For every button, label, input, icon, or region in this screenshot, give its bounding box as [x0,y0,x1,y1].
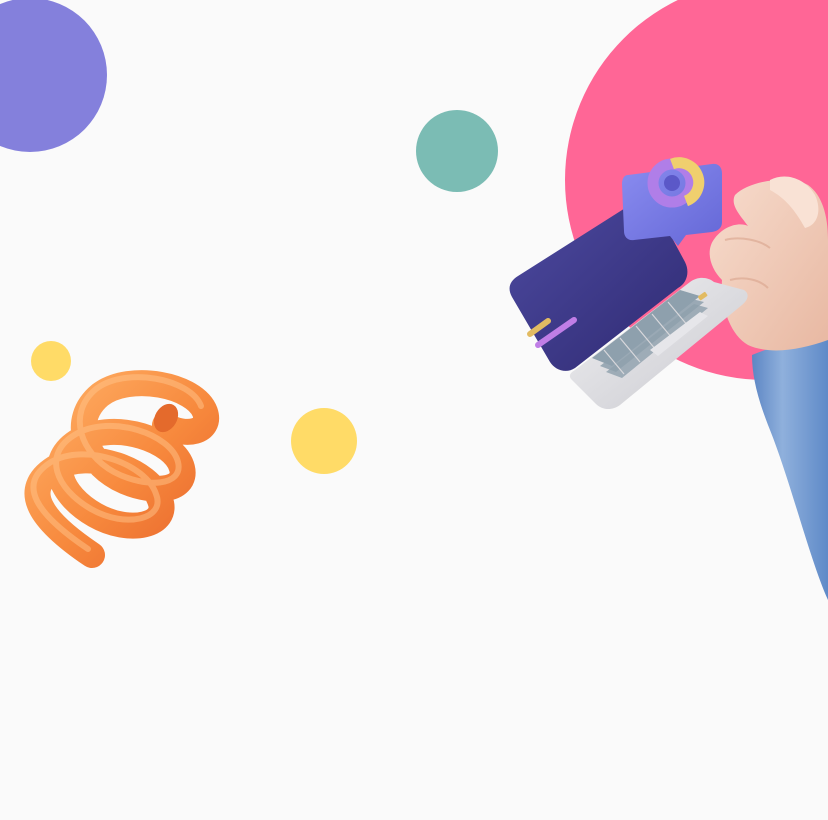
illustration-canvas [0,0,828,820]
sleeve-shape [752,337,828,600]
illustration-svg [0,0,828,600]
small-yellow-circle-shape [31,341,71,381]
purple-circle-shape [0,0,107,152]
coil-spring-icon [24,370,219,568]
yellow-circle-shape [291,408,357,474]
teal-circle-shape [416,110,498,192]
